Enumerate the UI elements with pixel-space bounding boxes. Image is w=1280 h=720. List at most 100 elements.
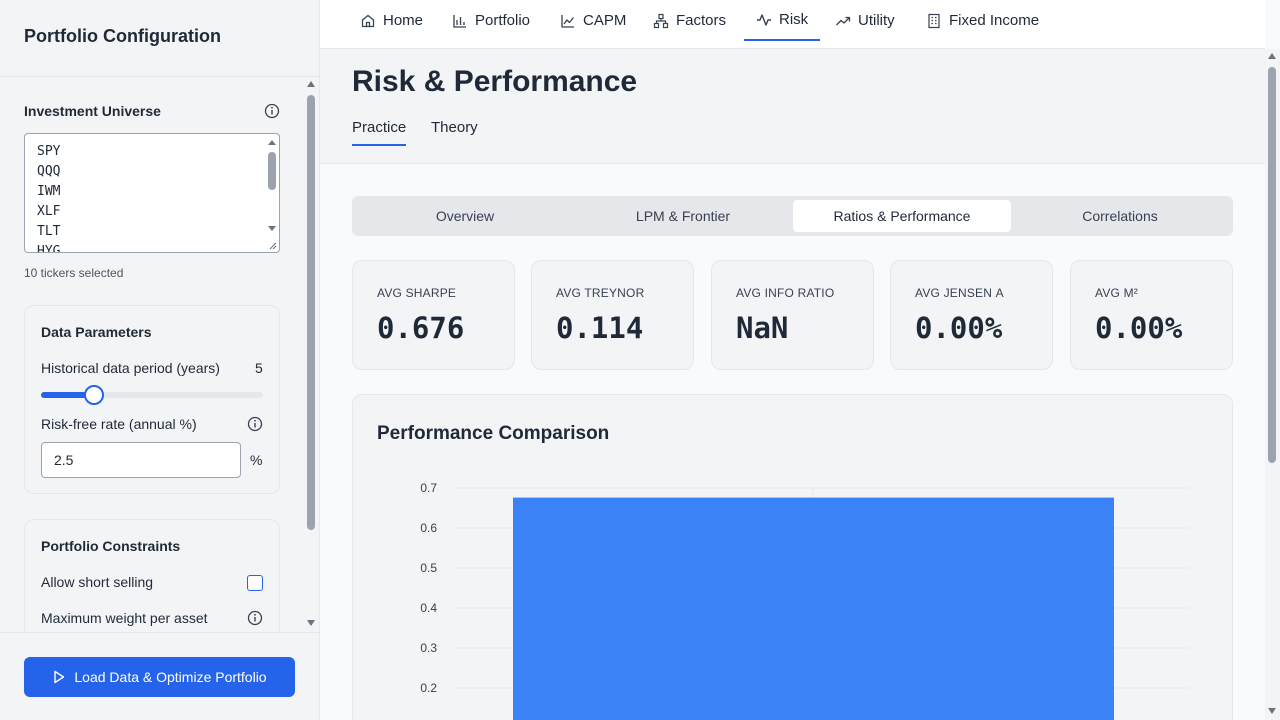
main-scroll-thumb[interactable] <box>1268 67 1276 463</box>
ticker-line: QQQ <box>37 164 61 179</box>
activity-icon <box>757 13 771 26</box>
portfolio-constraints-card: Portfolio Constraints Allow short sellin… <box>24 519 280 632</box>
short-selling-checkbox[interactable] <box>247 575 263 591</box>
sidebar-title: Portfolio Configuration <box>24 26 221 46</box>
constraints-title: Portfolio Constraints <box>41 538 181 554</box>
nav-utility-label: Utility <box>858 12 895 29</box>
kpi-value: 0.00% <box>1095 311 1183 345</box>
kpi-label: AVG TREYNOR <box>556 286 645 300</box>
y-tick-label: 0.2 <box>420 681 437 695</box>
nav-fixed-income[interactable]: Fixed Income <box>926 0 1039 41</box>
tickers-textarea[interactable]: SPY QQQ IWM XLF TLT HYG <box>24 133 280 253</box>
main-scrollbar[interactable] <box>1265 49 1280 720</box>
sidebar-footer: Load Data & Optimize Portfolio <box>0 632 319 720</box>
performance-comparison-card: Performance Comparison 0.7 0.6 0.5 0.4 0.3 0.… <box>352 394 1233 720</box>
period-slider[interactable] <box>41 385 263 405</box>
nav-capm[interactable]: CAPM <box>560 0 626 41</box>
ticker-line: XLF <box>37 204 61 219</box>
main-area: Home Portfolio CAPM Factors Risk Utility… <box>320 0 1280 720</box>
load-optimize-label: Load Data & Optimize Portfolio <box>74 669 267 685</box>
kpi-label: AVG INFO RATIO <box>736 286 835 300</box>
page-header: Risk & Performance Practice Theory <box>320 49 1265 164</box>
nav-home[interactable]: Home <box>360 0 423 41</box>
nav-risk-label: Risk <box>779 11 809 28</box>
play-icon <box>54 670 65 684</box>
y-tick-label: 0.3 <box>420 641 437 655</box>
chart-bar[interactable] <box>513 497 1114 720</box>
nav-factors[interactable]: Factors <box>653 0 726 41</box>
kpi-value: NaN <box>736 311 789 345</box>
info-icon[interactable] <box>264 103 280 119</box>
kpi-card-sharpe: AVG SHARPE 0.676 <box>352 260 515 370</box>
kpi-card-jensen-alpha: AVG JENSEN Α 0.00% <box>890 260 1053 370</box>
ticker-line: HYG <box>37 244 61 253</box>
subtab-practice[interactable]: Practice <box>352 119 407 146</box>
data-parameters-title: Data Parameters <box>41 324 152 340</box>
sidebar-scroll-thumb[interactable] <box>307 95 315 530</box>
nav-utility[interactable]: Utility <box>835 0 895 41</box>
nav-fixed-income-label: Fixed Income <box>949 12 1040 29</box>
trending-up-icon <box>836 16 851 25</box>
tab-correlations[interactable]: Correlations <box>1011 200 1229 232</box>
short-selling-label: Allow short selling <box>41 574 154 590</box>
kpi-value: 0.114 <box>556 311 644 345</box>
tickers-count: 10 tickers selected <box>24 266 124 280</box>
sidebar: Portfolio Configuration Investment Unive… <box>0 0 320 720</box>
tab-lpm-frontier[interactable]: LPM & Frontier <box>574 200 792 232</box>
line-chart-icon <box>561 14 575 28</box>
top-navigation: Home Portfolio CAPM Factors Risk Utility… <box>320 0 1265 49</box>
ticker-line: IWM <box>37 184 61 199</box>
home-icon <box>361 14 375 27</box>
y-tick-label: 0.7 <box>420 481 437 495</box>
y-tick-label: 0.6 <box>420 521 437 535</box>
kpi-value: 0.676 <box>377 311 465 345</box>
nav-home-label: Home <box>383 12 424 29</box>
performance-chart: 0.7 0.6 0.5 0.4 0.3 0.2 <box>420 481 1189 720</box>
tickers-list: SPY QQQ IWM XLF TLT HYG <box>25 142 61 253</box>
scroll-up-arrow-icon[interactable] <box>1268 53 1276 59</box>
resize-grip-icon[interactable] <box>269 242 277 250</box>
scroll-down-arrow-icon[interactable] <box>307 620 315 626</box>
scroll-up-arrow-icon[interactable] <box>268 140 276 145</box>
risk-free-label: Risk-free rate (annual %) <box>41 416 197 432</box>
building-icon <box>928 13 940 28</box>
period-label: Historical data period (years) <box>41 360 220 376</box>
scroll-down-arrow-icon[interactable] <box>1268 708 1276 714</box>
kpi-label: AVG JENSEN Α <box>915 286 1004 300</box>
subtab-theory[interactable]: Theory <box>431 119 478 144</box>
info-icon[interactable] <box>247 416 263 432</box>
y-tick-label: 0.5 <box>420 561 437 575</box>
textarea-scrollbar[interactable] <box>267 138 277 238</box>
percent-unit: % <box>250 452 263 468</box>
kpi-value: 0.00% <box>915 311 1003 345</box>
analysis-tabs: Overview LPM & Frontier Ratios & Perform… <box>352 196 1233 236</box>
tab-overview[interactable]: Overview <box>356 200 574 232</box>
period-slider-thumb[interactable] <box>84 385 105 405</box>
kpi-label: AVG M² <box>1095 286 1138 300</box>
investment-universe-label: Investment Universe <box>24 103 161 119</box>
ticker-line: SPY <box>37 144 61 159</box>
ticker-line: TLT <box>37 224 61 239</box>
load-optimize-button[interactable]: Load Data & Optimize Portfolio <box>24 657 295 697</box>
scroll-down-arrow-icon[interactable] <box>268 226 276 231</box>
risk-free-input[interactable]: 2.5 <box>41 442 241 478</box>
data-parameters-card: Data Parameters Historical data period (… <box>24 305 280 494</box>
kpi-label: AVG SHARPE <box>377 286 457 300</box>
nav-portfolio[interactable]: Portfolio <box>452 0 530 41</box>
y-tick-label: 0.4 <box>420 601 437 615</box>
sidebar-scroll-area: Investment Universe SPY QQQ IWM XLF TLT … <box>0 77 304 632</box>
textarea-scroll-thumb[interactable] <box>268 152 276 190</box>
sidebar-scrollbar[interactable] <box>304 77 319 632</box>
info-icon[interactable] <box>247 610 263 626</box>
kpi-card-info-ratio: AVG INFO RATIO NaN <box>711 260 874 370</box>
scroll-up-arrow-icon[interactable] <box>307 81 315 87</box>
bar-chart-icon <box>453 14 466 28</box>
nav-factors-label: Factors <box>676 12 727 29</box>
kpi-card-treynor: AVG TREYNOR 0.114 <box>531 260 694 370</box>
nav-portfolio-label: Portfolio <box>475 12 531 29</box>
period-value: 5 <box>255 360 263 376</box>
nav-risk[interactable]: Risk <box>744 0 821 41</box>
max-weight-label: Maximum weight per asset <box>41 610 208 626</box>
tab-ratios-performance[interactable]: Ratios & Performance <box>793 200 1011 232</box>
kpi-card-m-squared: AVG M² 0.00% <box>1070 260 1233 370</box>
